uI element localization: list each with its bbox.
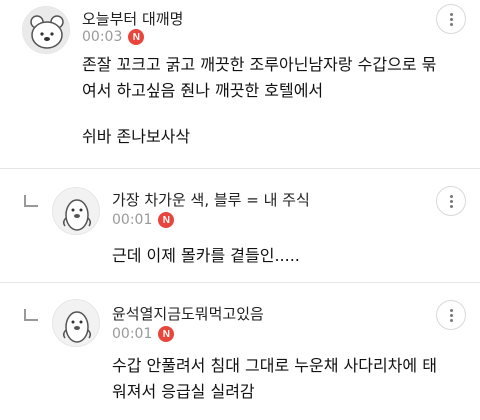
reply-arrow-icon xyxy=(24,309,38,321)
penguin-avatar-icon xyxy=(53,188,99,234)
comment-line: 쉬바 존나보사삭 xyxy=(82,127,191,146)
comment-time: 00:01 xyxy=(112,326,153,342)
comment-line xyxy=(82,104,436,124)
reply-item: 가장 차가운 색, 블루 = 내 주식 00:01 N 근데 이제 몰카를 곁들… xyxy=(0,169,480,281)
comment-meta: 00:01 N xyxy=(112,212,175,228)
comment-line: 존잘 꼬크고 굵고 깨끗한 조루아닌남자랑 수갑으로 묶 xyxy=(82,55,437,74)
more-button[interactable] xyxy=(436,4,466,34)
avatar[interactable] xyxy=(52,187,100,235)
reply-item: 윤석열지금도뭐먹고있음 00:01 N 수갑 안풀려서 침대 그대로 누운채 사… xyxy=(0,283,480,420)
comment-item: 오늘부터 대깨명 00:03 N 존잘 꼬크고 굵고 깨끗한 조루아닌남자랑 수… xyxy=(0,0,480,168)
new-badge: N xyxy=(158,326,175,342)
bear-avatar-icon xyxy=(23,7,69,53)
penguin-avatar-icon xyxy=(53,300,99,346)
reply-arrow-icon xyxy=(24,195,38,207)
comment-body: 근데 이제 몰카를 곁들인..... xyxy=(112,243,300,269)
comment-body: 수갑 안풀려서 침대 그대로 누운채 사다리차에 태 워져서 응급실 실려감 xyxy=(112,353,437,405)
comment-nickname[interactable]: 윤석열지금도뭐먹고있음 xyxy=(112,303,264,324)
more-vertical-icon xyxy=(449,194,453,208)
more-button[interactable] xyxy=(436,186,466,216)
comment-line: 여서 하고싶음 줜나 깨끗한 호텔에서 xyxy=(82,81,324,100)
more-button[interactable] xyxy=(436,300,466,330)
comment-line: 근데 이제 몰카를 곁들인..... xyxy=(112,246,300,265)
new-badge: N xyxy=(128,29,145,45)
comment-meta: 00:01 N xyxy=(112,326,175,342)
comment-meta: 00:03 N xyxy=(82,29,145,45)
comment-line: 워져서 응급실 실려감 xyxy=(112,382,255,401)
comment-body: 존잘 꼬크고 굵고 깨끗한 조루아닌남자랑 수갑으로 묶 여서 하고싶음 줜나 … xyxy=(82,52,436,150)
comment-line: 수갑 안풀려서 침대 그대로 누운채 사다리차에 태 xyxy=(112,356,437,375)
avatar[interactable] xyxy=(22,6,70,54)
comment-time: 00:03 xyxy=(82,29,123,45)
more-vertical-icon xyxy=(449,308,453,322)
new-badge: N xyxy=(158,212,175,228)
comment-nickname[interactable]: 가장 차가운 색, 블루 = 내 주식 xyxy=(112,189,310,210)
avatar[interactable] xyxy=(52,299,100,347)
comment-time: 00:01 xyxy=(112,212,153,228)
more-vertical-icon xyxy=(449,12,453,26)
comment-nickname[interactable]: 오늘부터 대깨명 xyxy=(82,8,183,29)
